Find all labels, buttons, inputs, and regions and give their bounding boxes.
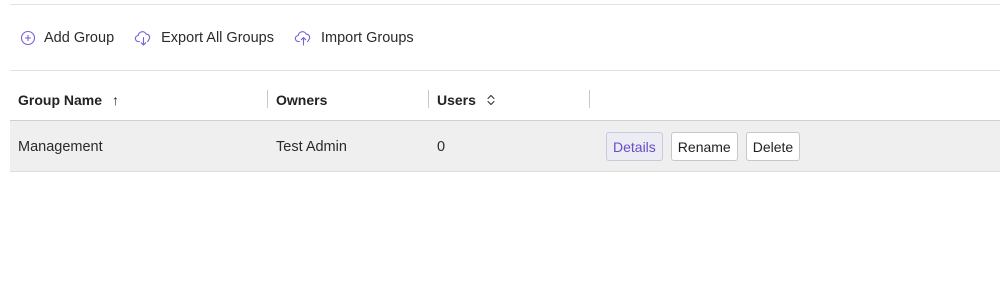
cloud-download-icon <box>134 31 151 46</box>
sort-ascending-icon: ↑ <box>112 91 120 108</box>
rename-button[interactable]: Rename <box>670 132 738 161</box>
cell-users: 0 <box>437 138 446 155</box>
column-resize-handle[interactable] <box>267 90 268 108</box>
column-header-owners[interactable]: Owners <box>276 78 327 121</box>
cell-group-name: Management <box>18 138 103 155</box>
plus-circle-icon <box>20 30 36 46</box>
sort-updown-icon <box>487 94 495 105</box>
cell-owners: Test Admin <box>276 138 347 155</box>
column-header-users[interactable]: Users <box>437 78 496 121</box>
add-group-button[interactable]: Add Group <box>20 30 114 46</box>
column-resize-handle[interactable] <box>589 90 590 108</box>
column-resize-handle[interactable] <box>428 90 429 108</box>
row-actions: Details Rename Delete <box>606 132 808 161</box>
details-button[interactable]: Details <box>606 132 663 161</box>
toolbar: Add Group Export All Groups Import Group… <box>20 26 434 50</box>
cloud-upload-icon <box>294 31 311 46</box>
add-group-label: Add Group <box>44 30 115 46</box>
groups-table: Group Name ↑ Owners Users Management Tes… <box>10 78 1000 172</box>
table-row[interactable]: Management Test Admin 0 Details Rename D… <box>10 121 1000 172</box>
delete-button[interactable]: Delete <box>745 132 801 161</box>
users-header-label: Users <box>437 91 476 108</box>
group-name-header-label: Group Name <box>18 91 103 108</box>
column-header-group-name[interactable]: Group Name ↑ <box>18 78 119 121</box>
import-groups-label: Import Groups <box>320 30 414 46</box>
toolbar-divider <box>10 70 1000 71</box>
export-all-groups-label: Export All Groups <box>161 30 274 46</box>
export-all-groups-button[interactable]: Export All Groups <box>134 30 274 46</box>
table-header: Group Name ↑ Owners Users <box>10 78 1000 121</box>
import-groups-button[interactable]: Import Groups <box>294 30 414 46</box>
owners-header-label: Owners <box>276 91 328 108</box>
top-divider <box>10 4 1000 5</box>
